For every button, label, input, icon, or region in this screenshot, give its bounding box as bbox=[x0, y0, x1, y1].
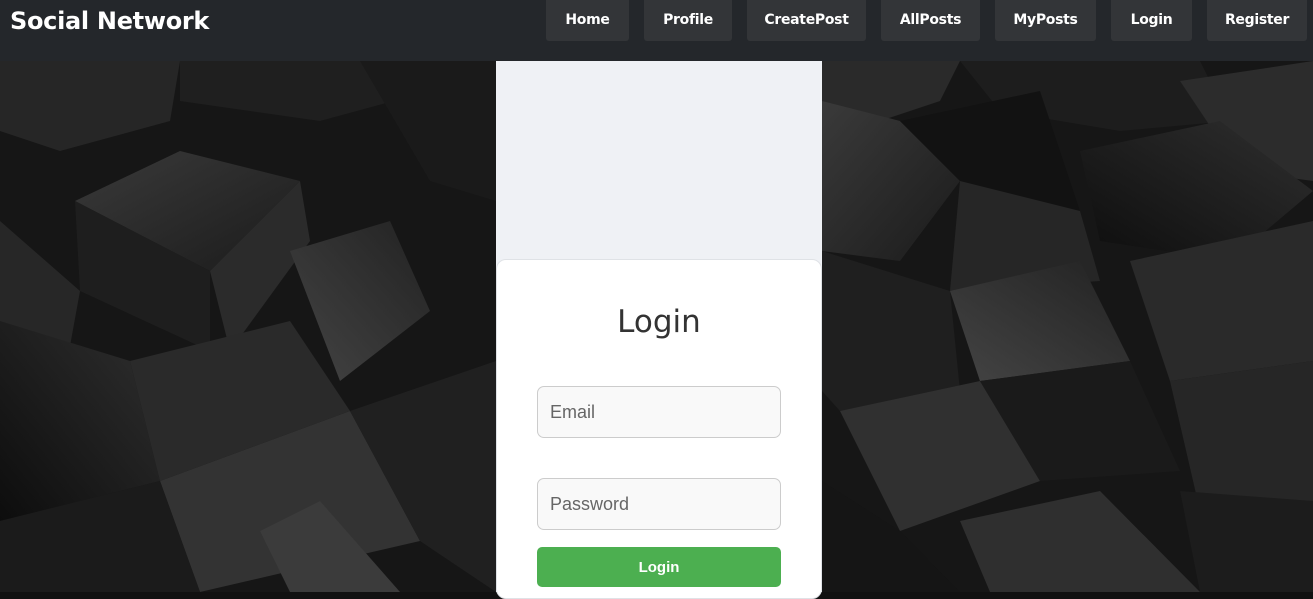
nav-register-button[interactable]: Register bbox=[1207, 0, 1307, 41]
nav-login-button[interactable]: Login bbox=[1111, 0, 1192, 41]
login-submit-button[interactable]: Login bbox=[537, 547, 781, 587]
nav-myposts-button[interactable]: MyPosts bbox=[995, 0, 1096, 41]
login-card: Login Login bbox=[496, 259, 822, 599]
brand-title[interactable]: Social Network bbox=[10, 4, 209, 38]
nav-profile-button[interactable]: Profile bbox=[644, 0, 732, 41]
nav-createpost-button[interactable]: CreatePost bbox=[747, 0, 866, 41]
nav-home-button[interactable]: Home bbox=[546, 0, 629, 41]
password-field[interactable] bbox=[537, 478, 781, 530]
top-navbar: Social Network Home Profile CreatePost A… bbox=[0, 0, 1313, 61]
email-field[interactable] bbox=[537, 386, 781, 438]
nav-allposts-button[interactable]: AllPosts bbox=[881, 0, 980, 41]
login-title: Login bbox=[617, 304, 701, 340]
